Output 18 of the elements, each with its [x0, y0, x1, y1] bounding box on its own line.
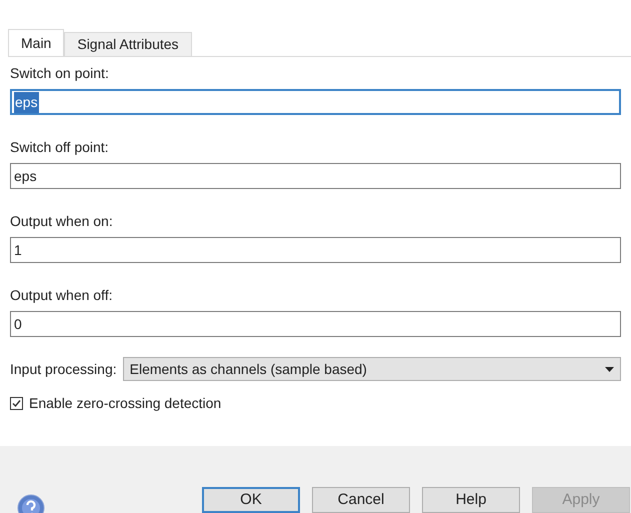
checkbox[interactable]	[10, 397, 23, 410]
checkbox-label: Enable zero-crossing detection	[29, 394, 222, 413]
dialog-button[interactable]: OK	[202, 487, 300, 513]
field-label: Switch on point:	[10, 64, 110, 83]
tab[interactable]: Signal Attributes	[64, 32, 192, 56]
dialog-button[interactable]: Help	[422, 487, 520, 513]
input-field[interactable]: 1	[10, 237, 621, 263]
caret-icon	[605, 366, 614, 372]
dropdown[interactable]: Elements as channels (sample based)	[122, 357, 621, 381]
tab[interactable]: Main	[8, 29, 64, 56]
dialog-button[interactable]: Cancel	[312, 487, 410, 513]
field-label: Switch off point:	[10, 138, 110, 157]
field-label: Output when on:	[10, 212, 114, 231]
field-label: Input processing:	[10, 360, 117, 379]
field-label: Output when off:	[10, 286, 114, 305]
input-field[interactable]: 0	[10, 311, 621, 337]
input-field[interactable]: eps	[10, 89, 621, 115]
input-field[interactable]: eps	[10, 163, 621, 189]
